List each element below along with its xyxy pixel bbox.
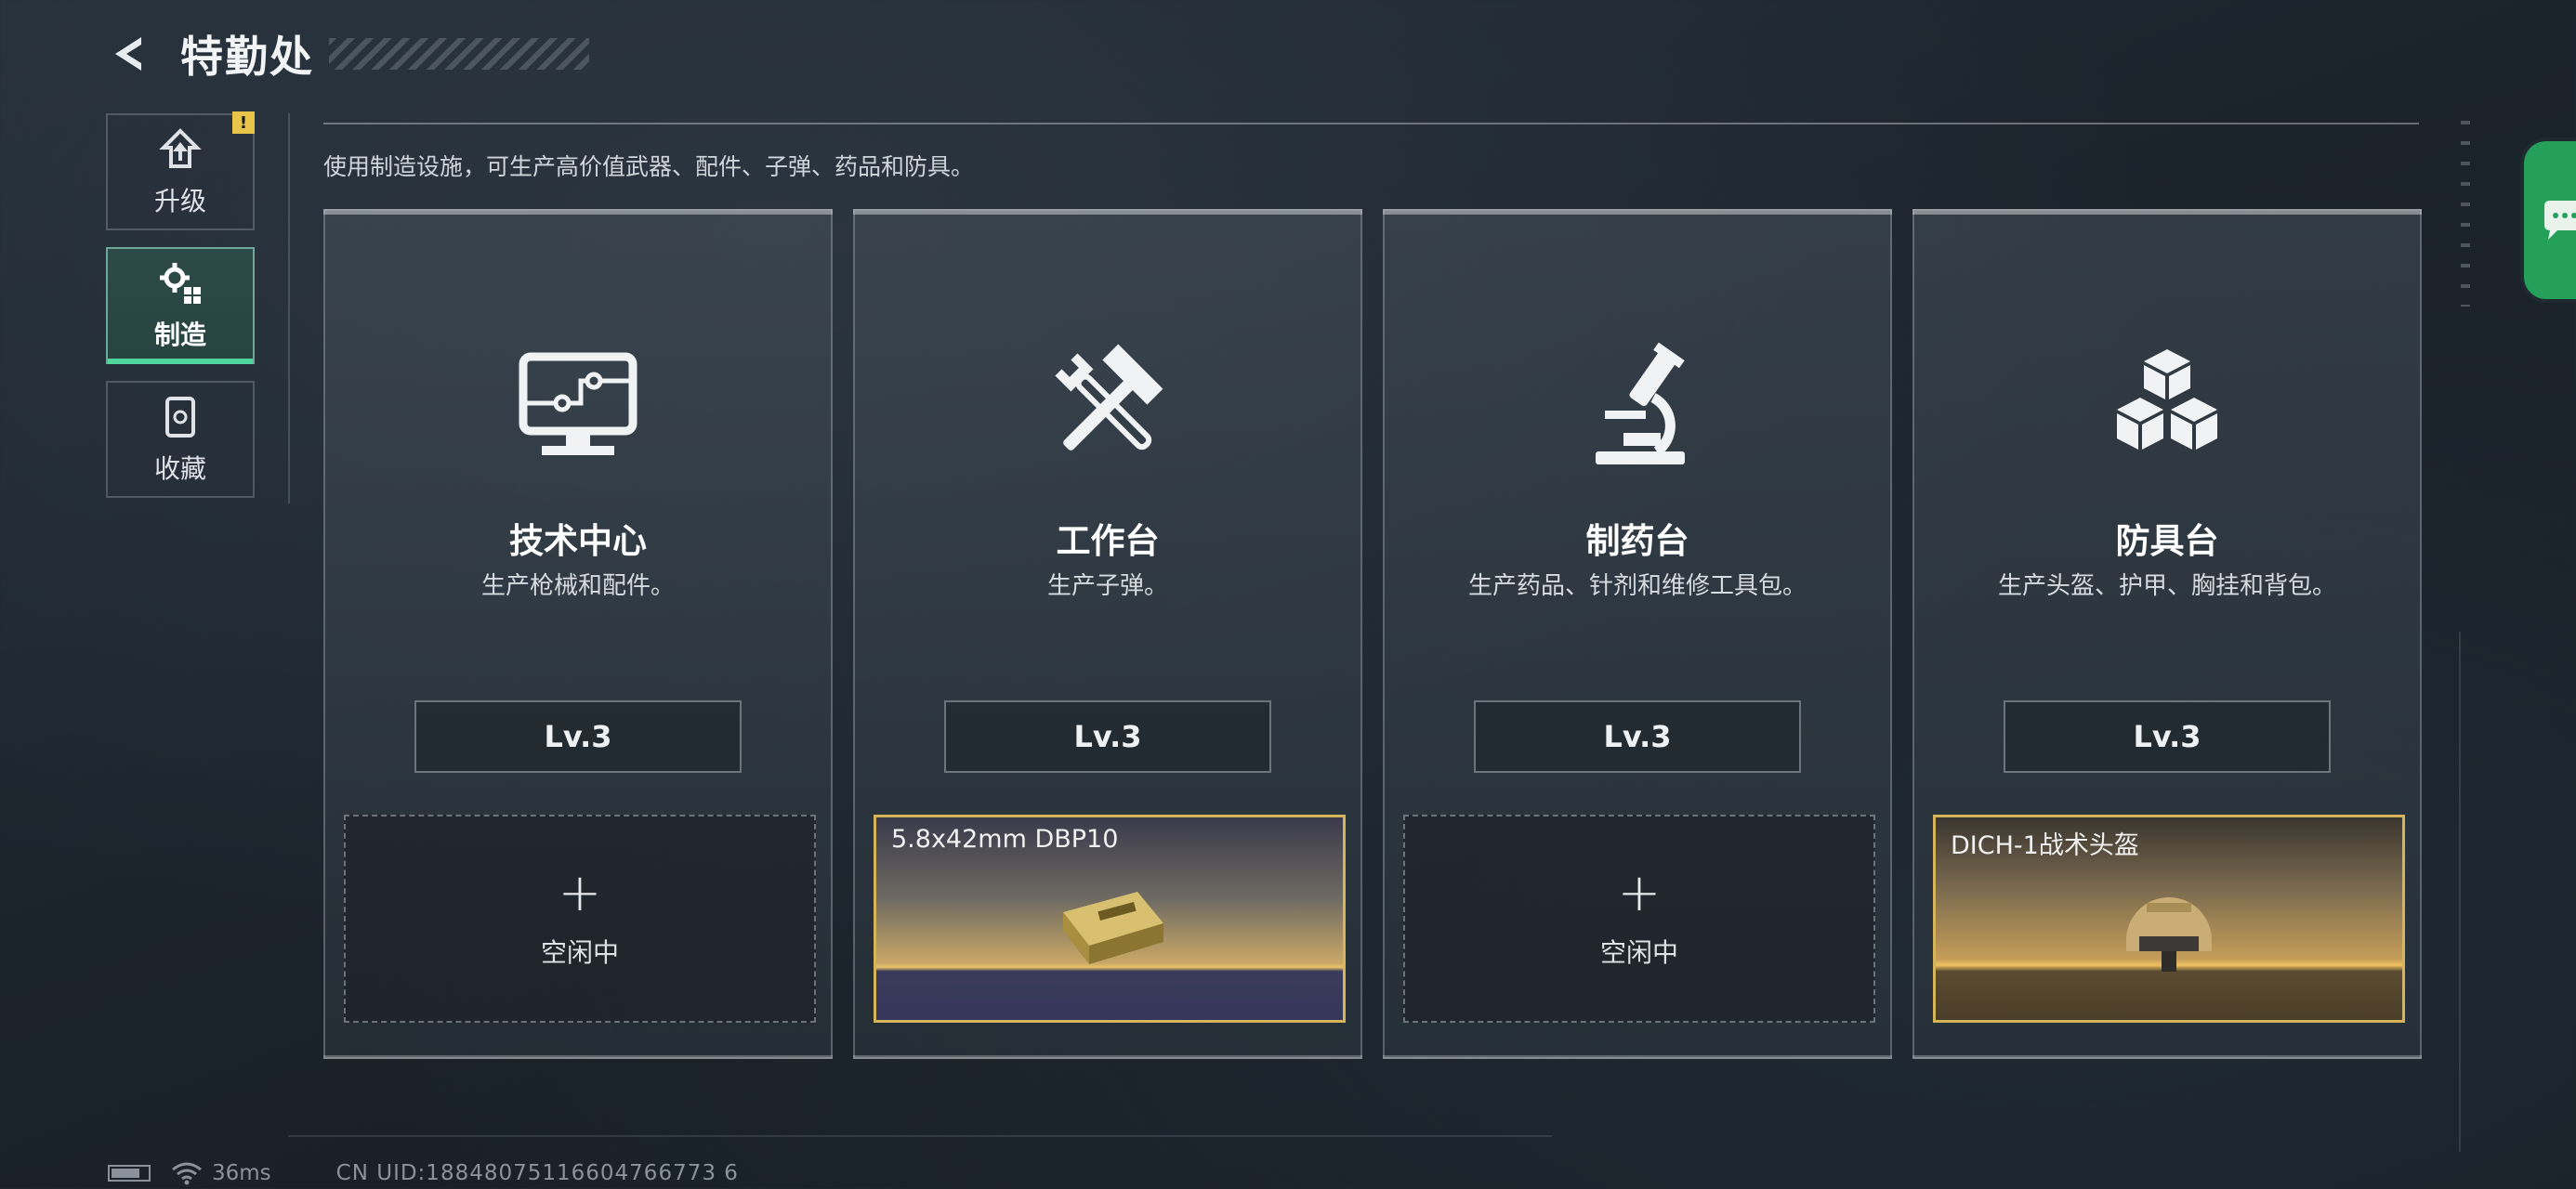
plus-icon: + [558,863,602,923]
chat-button[interactable] [2520,137,2576,303]
divider-line [323,123,2419,124]
side-navigation: ! 升级 制造 收藏 [106,111,256,515]
chat-icon [2544,201,2576,240]
hud-decoration [2461,121,2470,307]
production-slot-empty[interactable]: + 空闲中 [1403,815,1875,1023]
gear-craft-icon [160,263,201,304]
production-slot-empty[interactable]: + 空闲中 [344,815,816,1023]
station-title: 制药台 [1585,521,1689,561]
production-slot-item[interactable]: DICH-1战术头盔 [1933,815,2405,1023]
station-title: 防具台 [2115,521,2219,561]
microscope-icon [1596,342,1685,464]
station-cards: 技术中心 生产枪械和配件。 Lv.3 + 空闲中 工作台 生产子弹。 Lv.3 … [323,209,2422,1059]
helmet-icon [2126,897,2212,972]
nav-item-upgrade[interactable]: ! 升级 [106,111,255,230]
station-level[interactable]: Lv.3 [2004,700,2331,773]
nav-item-craft[interactable]: 制造 [106,247,255,364]
station-description: 生产枪械和配件。 [480,572,675,600]
status-bar: 36ms CN UID:18848075116604766773 6 [108,1161,739,1185]
station-title: 工作台 [1056,521,1160,561]
back-arrow-icon [115,37,141,71]
upgrade-icon [159,128,202,168]
back-button[interactable] [102,26,158,82]
station-level[interactable]: Lv.3 [414,700,742,773]
station-card-tech-center[interactable]: 技术中心 生产枪械和配件。 Lv.3 + 空闲中 [323,209,833,1059]
hammer-wrench-icon [1055,344,1163,451]
ping-value: 36ms [212,1161,271,1185]
wifi-icon [172,1162,202,1185]
nav-item-collection[interactable]: 收藏 [106,381,255,498]
item-name: 5.8x42mm DBP10 [891,825,1119,854]
nav-divider [288,113,290,503]
nav-label-upgrade: 升级 [153,186,206,216]
plus-icon: + [1617,863,1662,923]
production-slot-item[interactable]: 5.8x42mm DBP10 [874,815,1346,1023]
nav-label-craft: 制造 [153,320,206,350]
slot-status: 空闲中 [540,937,619,968]
page-description: 使用制造设施，可生产高价值武器、配件、子弹、药品和防具。 [323,153,975,180]
ammo-box-icon [1063,892,1163,964]
station-card-pharmacy[interactable]: 制药台 生产药品、针剂和维修工具包。 Lv.3 + 空闲中 [1383,209,1892,1059]
title-decoration [329,38,589,70]
station-card-workbench[interactable]: 工作台 生产子弹。 Lv.3 5.8x42mm DBP10 [853,209,1362,1059]
station-level[interactable]: Lv.3 [1474,700,1801,773]
page-title: 特勤处 [180,32,314,82]
alert-badge: ! [232,111,255,134]
hud-decoration [288,1135,1552,1137]
station-title: 技术中心 [509,521,647,561]
computer-icon [519,352,637,455]
nav-label-collection: 收藏 [153,453,206,484]
station-card-armor[interactable]: 防具台 生产头盔、护甲、胸挂和背包。 Lv.3 DICH-1战术头盔 [1912,209,2422,1059]
station-level[interactable]: Lv.3 [944,700,1271,773]
user-uid: CN UID:18848075116604766773 6 [335,1161,739,1185]
slot-status: 空闲中 [1599,937,1678,968]
header: 特勤处 [102,20,589,87]
cubes-icon [2117,349,2217,450]
hud-decoration [2459,632,2461,1152]
station-description: 生产子弹。 [1046,572,1168,600]
battery-icon [108,1165,151,1182]
collection-icon [165,397,195,438]
station-description: 生产头盔、护甲、胸挂和背包。 [1997,572,2336,600]
station-description: 生产药品、针剂和维修工具包。 [1467,572,1807,600]
item-name: DICH-1战术头盔 [1951,831,2139,860]
